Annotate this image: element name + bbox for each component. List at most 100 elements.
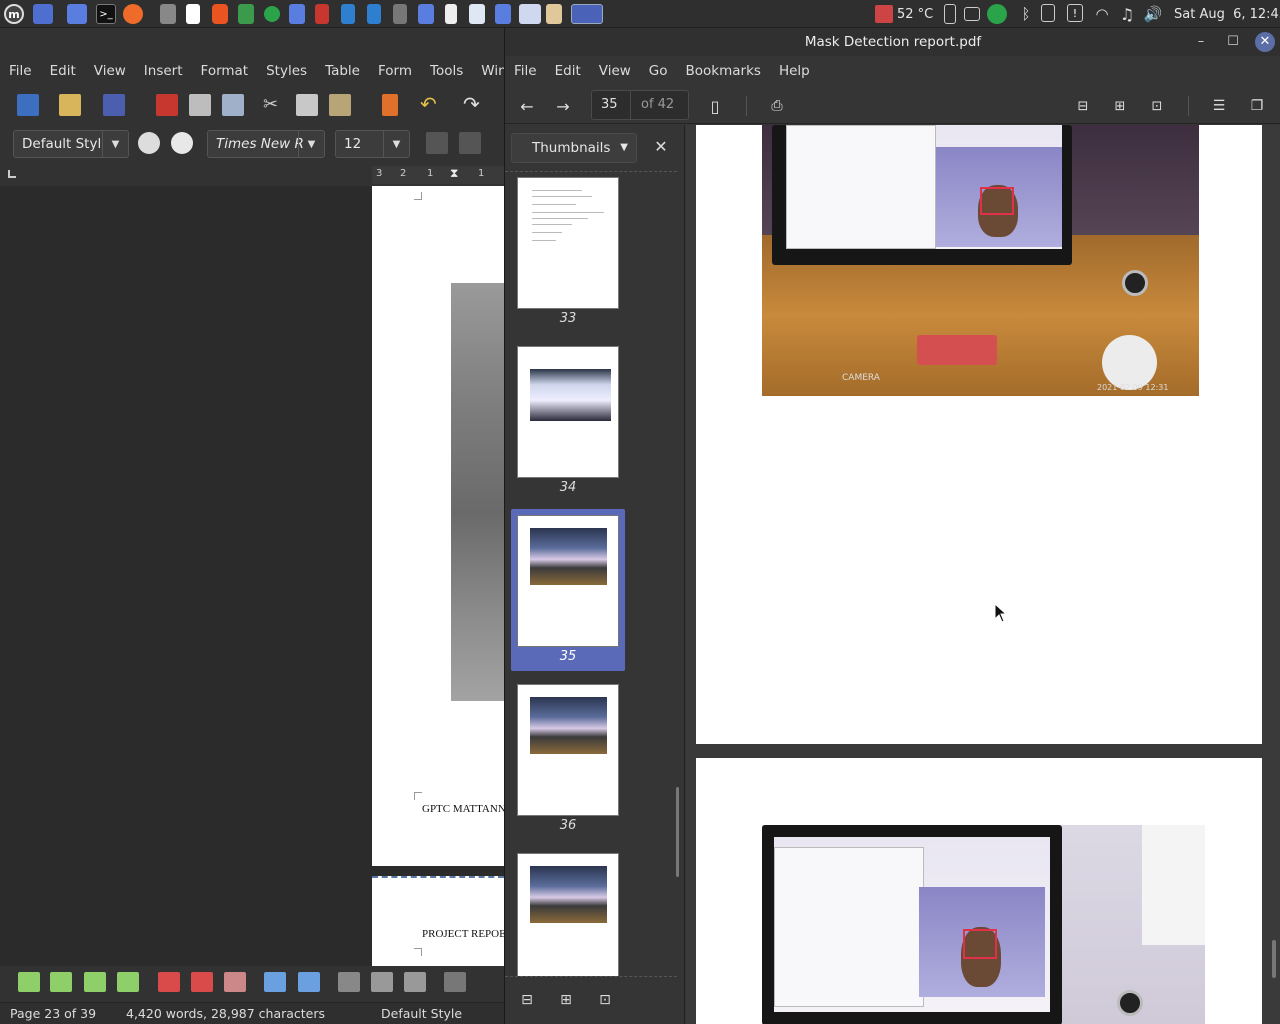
pdf-menu-help[interactable]: Help (770, 58, 819, 84)
insert-rows-below-icon[interactable] (84, 972, 106, 992)
page-photo[interactable]: CAMERA 2021 02 09 12:31 (762, 125, 1199, 396)
open-folder-icon[interactable] (59, 94, 81, 116)
writer-menu-format[interactable]: Format (192, 58, 258, 84)
font-name-combo[interactable]: Times New R ▼ (207, 130, 325, 158)
save-icon[interactable] (103, 94, 125, 116)
whatsapp-icon[interactable] (264, 6, 280, 22)
chevron-down-icon[interactable]: ▼ (298, 131, 324, 157)
original-size-icon[interactable]: ⊡ (1143, 92, 1171, 120)
writer-menu-edit[interactable]: Edit (41, 58, 85, 84)
taskbar-window-icon[interactable] (469, 4, 485, 24)
continuous-view-icon[interactable]: ☰ (1205, 92, 1233, 120)
pdf-menu-edit[interactable]: Edit (546, 58, 590, 84)
dual-page-icon[interactable]: ❐ (1243, 92, 1271, 120)
redo-icon[interactable]: ↷ (463, 94, 485, 116)
taskbar-writer2-icon[interactable] (367, 4, 381, 24)
clear-formatting-icon[interactable] (459, 132, 481, 154)
chevron-down-icon[interactable]: ▼ (102, 131, 128, 157)
paragraph-style-combo[interactable]: Default Styl ▼ (13, 130, 129, 158)
thumbnail-list[interactable]: 33 34 35 36 (505, 171, 677, 977)
taskbar-app-icon[interactable] (160, 4, 176, 24)
distribute-rows-icon[interactable] (404, 972, 426, 992)
pdf-menu-view[interactable]: View (590, 58, 640, 84)
zoom-out-icon[interactable]: ⊟ (1069, 92, 1097, 120)
close-icon[interactable]: ✕ (1255, 32, 1275, 52)
taskbar-media-icon[interactable] (393, 4, 407, 24)
indent-marker-icon[interactable]: ⧗ (450, 166, 458, 181)
pdf-menu-go[interactable]: Go (640, 58, 677, 84)
whatsapp-tray-icon[interactable] (987, 4, 1007, 24)
writer-menu-file[interactable]: File (0, 58, 41, 84)
chevron-down-icon[interactable]: ▼ (383, 131, 409, 157)
insert-rows-above-icon[interactable] (50, 972, 72, 992)
copy-icon[interactable] (296, 94, 318, 116)
print-icon[interactable]: ⎙ (763, 92, 791, 120)
undo-icon[interactable]: ↶ (420, 94, 442, 116)
delete-rows-icon[interactable] (158, 972, 180, 992)
thumbnail-page-33[interactable] (517, 177, 619, 309)
pdf-document-view[interactable]: CAMERA 2021 02 09 12:31 (686, 125, 1280, 1024)
thumbnail-page-35[interactable] (517, 515, 619, 647)
update-style-icon[interactable] (138, 132, 160, 154)
writer-menu-form[interactable]: Form (369, 58, 421, 84)
files-icon[interactable] (67, 4, 87, 24)
horizontal-ruler[interactable]: 3 2 1 ⧗ 1 (372, 166, 504, 184)
sidebar-toggle-icon[interactable]: ▯ (701, 92, 729, 120)
thumbnail-page-36[interactable] (517, 684, 619, 816)
taskbar-archive-icon[interactable] (546, 4, 562, 24)
update-icon[interactable]: ! (1067, 4, 1083, 22)
terminal-icon[interactable]: >_ (96, 4, 116, 24)
volume-icon[interactable]: 🔊 (1143, 4, 1163, 24)
pdf-titlebar[interactable]: Mask Detection report.pdf (505, 28, 1280, 56)
page-photo[interactable] (762, 825, 1205, 1024)
optimize-size-icon[interactable] (338, 972, 360, 992)
insert-columns-icon[interactable] (117, 972, 139, 992)
cut-icon[interactable]: ✂ (263, 94, 285, 116)
back-arrow-icon[interactable]: ← (513, 92, 541, 120)
document-image[interactable] (451, 283, 504, 701)
taskbar-doc2-icon[interactable] (445, 4, 457, 24)
thumbnail-zoom-in-icon[interactable]: ⊞ (555, 989, 577, 1011)
pdf-menu-file[interactable]: File (505, 58, 546, 84)
taskbar-pdfviewer-icon[interactable] (571, 4, 603, 24)
pdf-menu-bookmarks[interactable]: Bookmarks (677, 58, 770, 84)
page-style-status[interactable]: Default Style (381, 1006, 462, 1021)
writer-menu-insert[interactable]: Insert (135, 58, 192, 84)
show-desktop-icon[interactable] (33, 4, 53, 24)
taskbar-calc-icon[interactable] (238, 4, 254, 24)
clone-formatting-icon[interactable] (382, 94, 398, 116)
taskbar-pdf-icon[interactable] (315, 4, 329, 24)
sidebar-mode-select[interactable]: Thumbnails ▼ (511, 133, 637, 163)
writer-menu-view[interactable]: View (85, 58, 135, 84)
taskbar-folder-icon[interactable] (289, 4, 305, 24)
thumbnail-zoom-out-icon[interactable]: ⊟ (516, 989, 538, 1011)
wifi-icon[interactable]: ◠ (1092, 4, 1112, 24)
print-icon[interactable] (189, 94, 211, 116)
thumbnail-page-37[interactable] (517, 853, 619, 976)
distribute-columns-icon[interactable] (371, 972, 393, 992)
print-preview-icon[interactable] (222, 94, 244, 116)
merge-cells-icon[interactable] (264, 972, 286, 992)
writer-menu-styles[interactable]: Styles (257, 58, 316, 84)
music-icon[interactable]: ♫ (1117, 4, 1137, 24)
storage-icon[interactable] (964, 7, 980, 21)
font-effect-icon[interactable] (426, 132, 448, 154)
forward-arrow-icon[interactable]: → (549, 92, 577, 120)
sidebar-scrollbar[interactable] (676, 787, 679, 877)
chevron-down-icon[interactable]: ▼ (620, 134, 628, 162)
close-sidebar-icon[interactable]: ✕ (651, 137, 671, 157)
bluetooth-icon[interactable]: ᛒ (1016, 4, 1036, 24)
mint-menu-icon[interactable]: m (4, 4, 24, 24)
temperature-indicator[interactable]: 52 °C (875, 0, 933, 28)
paste-icon[interactable] (329, 94, 351, 116)
maximize-icon[interactable]: ☐ (1223, 32, 1243, 52)
writer-document-area[interactable]: GPTC MATTANN PROJECT REPOE (0, 186, 506, 966)
new-style-icon[interactable] (171, 132, 193, 154)
thumbnail-original-size-icon[interactable]: ⊡ (594, 989, 616, 1011)
font-size-combo[interactable]: 12 ▼ (335, 130, 410, 158)
writer-menu-tools[interactable]: Tools (421, 58, 472, 84)
firefox-icon[interactable] (123, 4, 143, 24)
writer-menu-table[interactable]: Table (316, 58, 369, 84)
clock[interactable]: Sat Aug 6, 12:43 (1174, 0, 1280, 28)
export-pdf-icon[interactable] (156, 94, 178, 116)
